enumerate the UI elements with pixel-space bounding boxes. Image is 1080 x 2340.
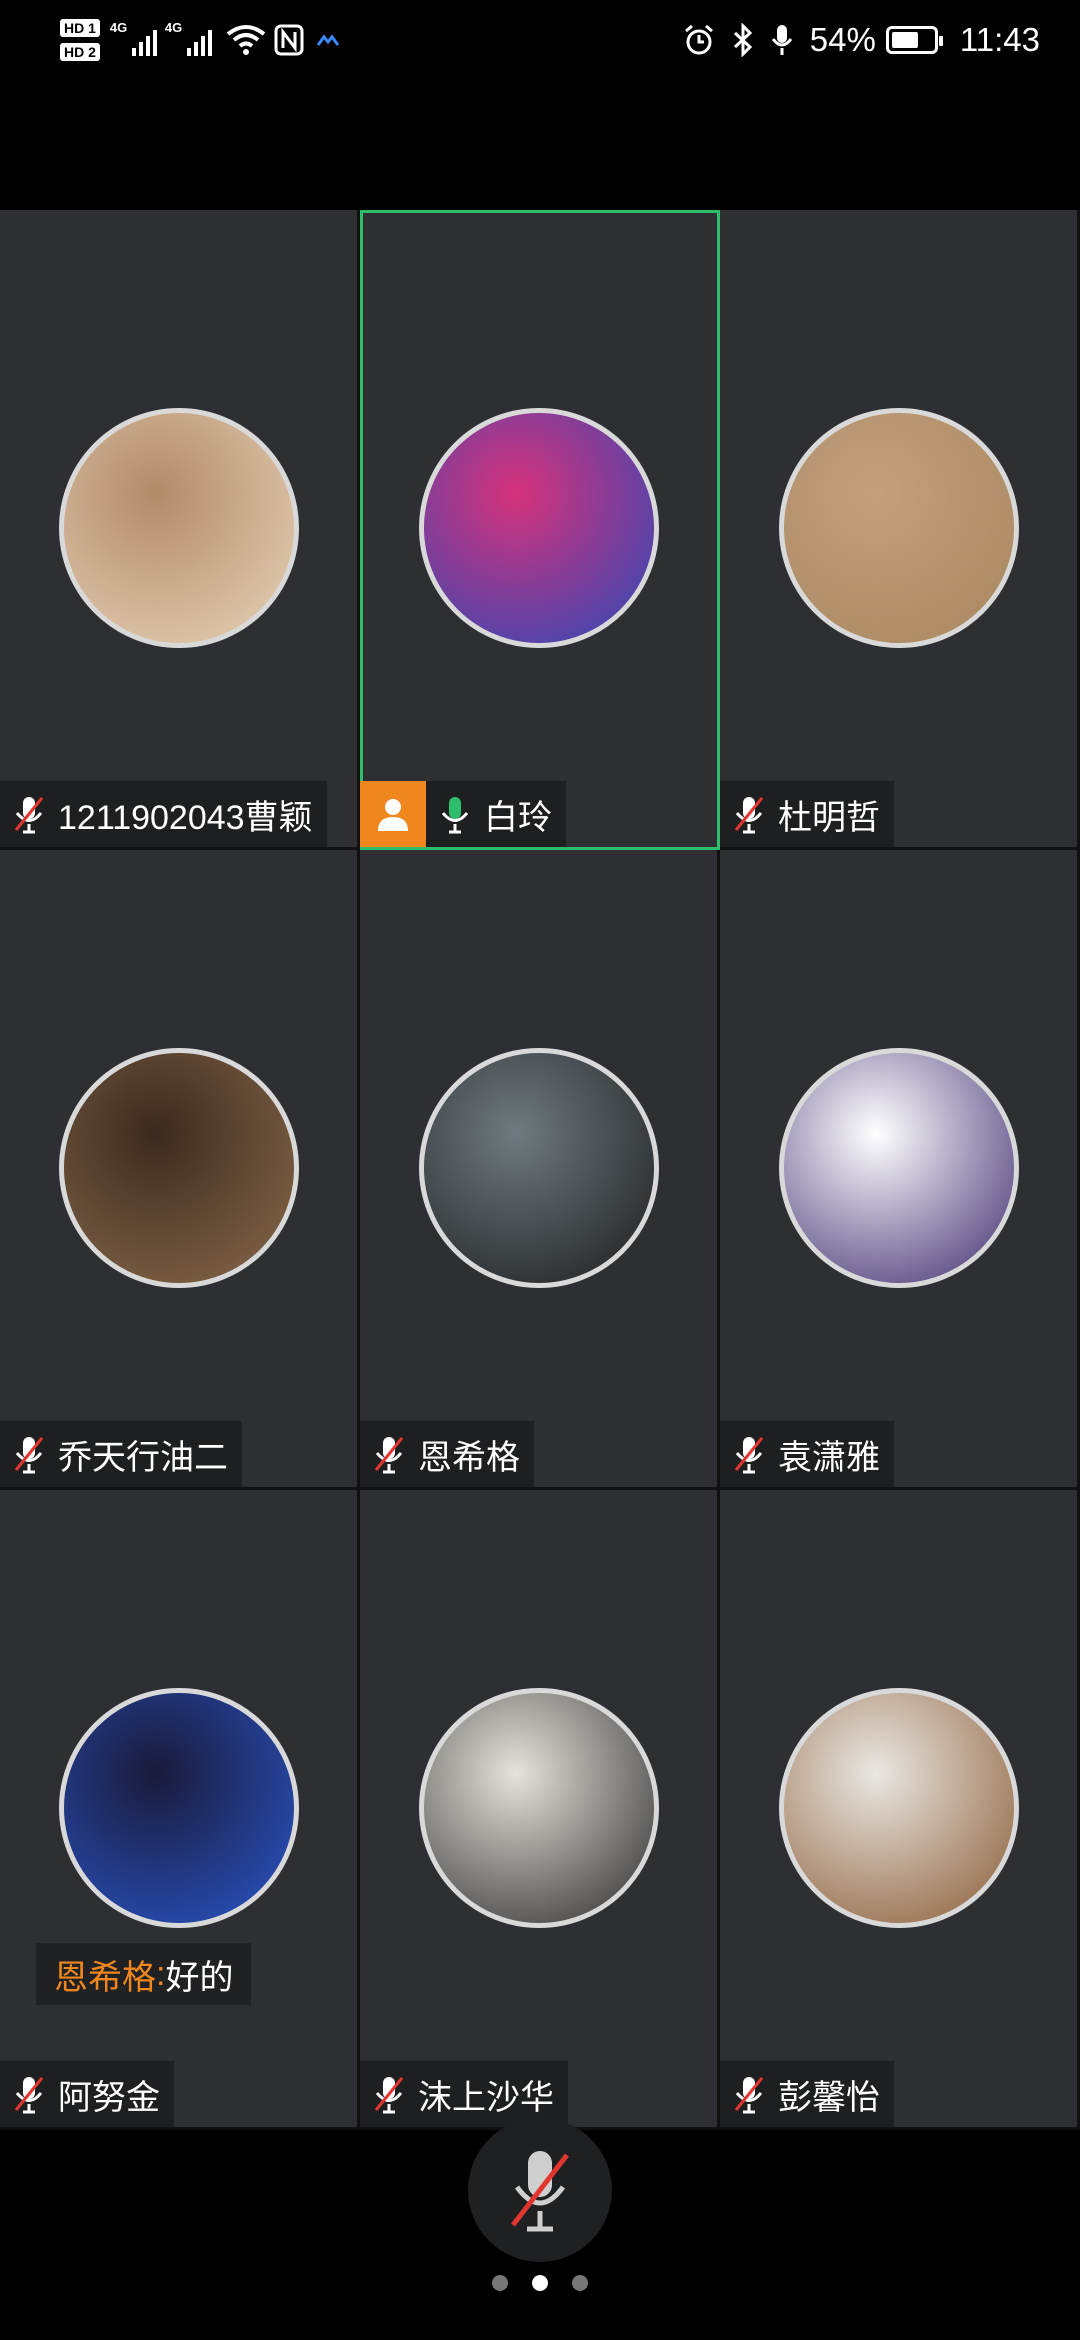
participant-name: 1211902043曹颖 — [58, 798, 313, 837]
microphone-muted-icon — [732, 794, 766, 834]
participant-nameplate: 袁潇雅 — [720, 1421, 894, 1487]
nfc-icon — [274, 24, 304, 56]
participant-name: 阿努金 — [58, 2078, 160, 2117]
participant-name: 乔天行油二 — [58, 1438, 228, 1477]
participant-tile[interactable]: 彭馨怡 — [720, 1490, 1080, 2130]
hd1-badge: HD 1 — [60, 19, 100, 37]
microphone-on-icon — [438, 794, 472, 834]
participant-avatar — [778, 1688, 1019, 1928]
participant-tile[interactable]: 杜明哲 — [720, 210, 1080, 850]
page-dot[interactable] — [572, 2275, 588, 2291]
bluetooth-icon — [732, 23, 754, 57]
microphone-muted-icon — [12, 1434, 46, 1474]
participant-nameplate: 白玲 — [360, 781, 566, 847]
wifi-icon — [226, 24, 266, 56]
participant-tile[interactable]: 沫上沙华 — [360, 1490, 720, 2130]
host-icon — [360, 781, 426, 847]
chat-separator: : — [156, 1954, 166, 1993]
alarm-icon — [682, 23, 716, 57]
microphone-muted-icon — [505, 2145, 575, 2235]
participant-nameplate: 杜明哲 — [720, 781, 894, 847]
status-right: 54% 11:43 — [666, 14, 1040, 66]
participant-nameplate: 1211902043曹颖 — [0, 781, 327, 847]
participant-avatar — [778, 1048, 1019, 1288]
hotspot-icon — [316, 33, 340, 47]
page-dot[interactable] — [492, 2275, 508, 2291]
participant-name: 恩希格 — [418, 1438, 520, 1477]
microphone-muted-icon — [732, 2074, 766, 2114]
microphone-muted-icon — [732, 1434, 766, 1474]
participant-avatar — [418, 1688, 659, 1928]
page-indicator — [0, 2275, 1080, 2291]
signal-icon-sim2: 4G — [165, 20, 212, 56]
participant-tile[interactable]: 袁潇雅 — [720, 850, 1080, 1490]
participant-avatar — [58, 1688, 299, 1928]
participant-grid: 1211902043曹颖 白玲 杜明哲 乔天行油二 恩希格 袁潇雅 阿努金 沫上… — [0, 210, 1080, 2130]
battery-percent: 54% — [809, 21, 876, 58]
mute-toggle-button[interactable] — [468, 2118, 612, 2262]
microphone-muted-icon — [372, 2074, 406, 2114]
participant-nameplate: 阿努金 — [0, 2061, 174, 2127]
participant-nameplate: 恩希格 — [360, 1421, 534, 1487]
participant-name: 彭馨怡 — [778, 2078, 880, 2117]
chat-sender: 恩希格 — [54, 1958, 156, 1997]
microphone-muted-icon — [372, 1434, 406, 1474]
clock: 11:43 — [959, 21, 1040, 58]
hd-indicators: HD 1 HD 2 — [60, 16, 100, 64]
microphone-muted-icon — [12, 2074, 46, 2114]
page-dot[interactable] — [532, 2275, 548, 2291]
participant-name: 沫上沙华 — [418, 2078, 554, 2117]
participant-tile[interactable]: 白玲 — [360, 210, 720, 850]
signal-icon-sim1: 4G — [110, 20, 157, 56]
participant-avatar — [418, 408, 659, 648]
hd2-badge: HD 2 — [60, 43, 100, 61]
participant-name: 杜明哲 — [778, 798, 880, 837]
microphone-muted-icon — [12, 794, 46, 834]
participant-nameplate: 乔天行油二 — [0, 1421, 242, 1487]
mic-status-icon — [770, 23, 794, 57]
status-left: HD 1 HD 2 4G 4G — [60, 10, 340, 70]
participant-nameplate: 彭馨怡 — [720, 2061, 894, 2127]
chat-message: 好的 — [165, 1958, 234, 1997]
chat-message-overlay: 恩希格 : 好的 — [36, 1943, 252, 2005]
participant-avatar — [418, 1048, 659, 1288]
status-bar: HD 1 HD 2 4G 4G 54% 11:43 — [0, 0, 1080, 80]
participant-name: 白玲 — [484, 798, 552, 837]
participant-avatar — [58, 1048, 299, 1288]
participant-name: 袁潇雅 — [778, 1438, 880, 1477]
participant-tile[interactable]: 乔天行油二 — [0, 850, 360, 1490]
participant-avatar — [58, 408, 299, 648]
participant-tile[interactable]: 1211902043曹颖 — [0, 210, 360, 850]
participant-avatar — [778, 408, 1019, 648]
battery-icon — [885, 26, 943, 54]
participant-tile[interactable]: 阿努金 — [0, 1490, 360, 2130]
participant-tile[interactable]: 恩希格 — [360, 850, 720, 1490]
